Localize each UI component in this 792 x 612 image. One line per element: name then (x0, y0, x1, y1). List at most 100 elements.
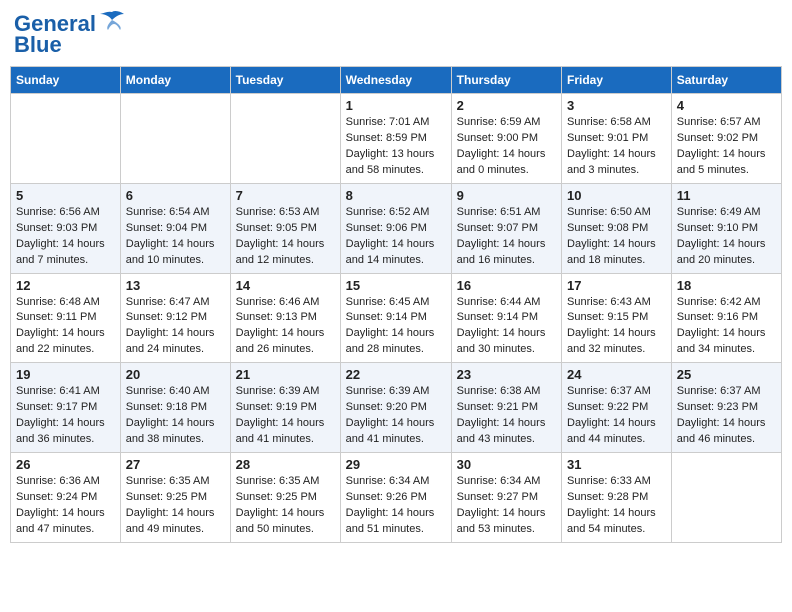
day-number: 24 (567, 367, 666, 382)
weekday-header-saturday: Saturday (671, 67, 781, 94)
day-number: 3 (567, 98, 666, 113)
day-info: Sunrise: 6:58 AM Sunset: 9:01 PM Dayligh… (567, 115, 666, 179)
day-number: 26 (16, 457, 115, 472)
calendar-week-row: 1Sunrise: 7:01 AM Sunset: 8:59 PM Daylig… (11, 94, 782, 184)
weekday-header-monday: Monday (120, 67, 230, 94)
logo-blue: Blue (14, 32, 62, 58)
weekday-header-wednesday: Wednesday (340, 67, 451, 94)
day-number: 29 (346, 457, 446, 472)
calendar-cell: 27Sunrise: 6:35 AM Sunset: 9:25 PM Dayli… (120, 453, 230, 543)
calendar-cell: 21 Sunrise: 6:39 AM Sunset: 9:19 PM Dayli… (230, 363, 340, 453)
calendar-week-row: 26Sunrise: 6:36 AM Sunset: 9:24 PM Dayli… (11, 453, 782, 543)
day-number: 28 (236, 457, 335, 472)
calendar-cell: 3 Sunrise: 6:58 AM Sunset: 9:01 PM Daylig… (562, 94, 672, 184)
calendar-header-row: SundayMondayTuesdayWednesdayThursdayFrid… (11, 67, 782, 94)
calendar-cell: 26Sunrise: 6:36 AM Sunset: 9:24 PM Dayli… (11, 453, 121, 543)
day-number: 27 (126, 457, 225, 472)
day-info: Sunrise: 6:43 AM Sunset: 9:15 PM Dayligh… (567, 295, 666, 359)
calendar-cell: 10Sunrise: 6:50 AM Sunset: 9:08 PM Dayli… (562, 183, 672, 273)
calendar-cell: 19 Sunrise: 6:41 AM Sunset: 9:17 PM Dayli… (11, 363, 121, 453)
calendar-cell: 15 Sunrise: 6:45 AM Sunset: 9:14 PM Dayli… (340, 273, 451, 363)
calendar-cell: 16 Sunrise: 6:44 AM Sunset: 9:14 PM Dayli… (451, 273, 561, 363)
calendar-cell (11, 94, 121, 184)
day-info: Sunrise: 6:41 AM Sunset: 9:17 PM Dayligh… (16, 384, 115, 448)
day-number: 17 (567, 278, 666, 293)
calendar-table: SundayMondayTuesdayWednesdayThursdayFrid… (10, 66, 782, 543)
calendar-cell: 28Sunrise: 6:35 AM Sunset: 9:25 PM Dayli… (230, 453, 340, 543)
day-number: 6 (126, 188, 225, 203)
day-number: 14 (236, 278, 335, 293)
day-number: 2 (457, 98, 556, 113)
day-info: Sunrise: 6:34 AM Sunset: 9:27 PM Dayligh… (457, 474, 556, 538)
day-info: Sunrise: 6:39 AM Sunset: 9:20 PM Dayligh… (346, 384, 446, 448)
day-number: 16 (457, 278, 556, 293)
day-info: Sunrise: 6:51 AM Sunset: 9:07 PM Dayligh… (457, 205, 556, 269)
calendar-cell: 23 Sunrise: 6:38 AM Sunset: 9:21 PM Dayli… (451, 363, 561, 453)
calendar-week-row: 5 Sunrise: 6:56 AM Sunset: 9:03 PM Daylig… (11, 183, 782, 273)
calendar-cell: 1Sunrise: 7:01 AM Sunset: 8:59 PM Daylig… (340, 94, 451, 184)
day-info: Sunrise: 6:34 AM Sunset: 9:26 PM Dayligh… (346, 474, 446, 538)
calendar-cell: 24 Sunrise: 6:37 AM Sunset: 9:22 PM Dayli… (562, 363, 672, 453)
day-number: 30 (457, 457, 556, 472)
calendar-cell (120, 94, 230, 184)
day-info: Sunrise: 6:33 AM Sunset: 9:28 PM Dayligh… (567, 474, 666, 538)
day-number: 31 (567, 457, 666, 472)
calendar-cell: 22 Sunrise: 6:39 AM Sunset: 9:20 PM Dayli… (340, 363, 451, 453)
day-info: Sunrise: 6:49 AM Sunset: 9:10 PM Dayligh… (677, 205, 776, 269)
day-number: 5 (16, 188, 115, 203)
calendar-cell: 20 Sunrise: 6:40 AM Sunset: 9:18 PM Dayli… (120, 363, 230, 453)
day-number: 19 (16, 367, 115, 382)
page-header: General Blue (10, 10, 782, 58)
day-number: 9 (457, 188, 556, 203)
day-info: Sunrise: 6:50 AM Sunset: 9:08 PM Dayligh… (567, 205, 666, 269)
calendar-cell: 25Sunrise: 6:37 AM Sunset: 9:23 PM Dayli… (671, 363, 781, 453)
day-info: Sunrise: 6:57 AM Sunset: 9:02 PM Dayligh… (677, 115, 776, 179)
calendar-cell: 18 Sunrise: 6:42 AM Sunset: 9:16 PM Dayli… (671, 273, 781, 363)
calendar-cell: 14Sunrise: 6:46 AM Sunset: 9:13 PM Dayli… (230, 273, 340, 363)
calendar-cell: 30 Sunrise: 6:34 AM Sunset: 9:27 PM Dayli… (451, 453, 561, 543)
day-number: 22 (346, 367, 446, 382)
calendar-cell: 11Sunrise: 6:49 AM Sunset: 9:10 PM Dayli… (671, 183, 781, 273)
weekday-header-sunday: Sunday (11, 67, 121, 94)
calendar-cell: 29 Sunrise: 6:34 AM Sunset: 9:26 PM Dayli… (340, 453, 451, 543)
day-number: 23 (457, 367, 556, 382)
day-info: Sunrise: 6:45 AM Sunset: 9:14 PM Dayligh… (346, 295, 446, 359)
calendar-week-row: 19 Sunrise: 6:41 AM Sunset: 9:17 PM Dayli… (11, 363, 782, 453)
calendar-cell: 6 Sunrise: 6:54 AM Sunset: 9:04 PM Daylig… (120, 183, 230, 273)
calendar-cell: 4Sunrise: 6:57 AM Sunset: 9:02 PM Daylig… (671, 94, 781, 184)
day-number: 15 (346, 278, 446, 293)
weekday-header-thursday: Thursday (451, 67, 561, 94)
day-number: 21 (236, 367, 335, 382)
day-info: Sunrise: 6:39 AM Sunset: 9:19 PM Dayligh… (236, 384, 335, 448)
day-info: Sunrise: 6:40 AM Sunset: 9:18 PM Dayligh… (126, 384, 225, 448)
calendar-cell: 12 Sunrise: 6:48 AM Sunset: 9:11 PM Dayli… (11, 273, 121, 363)
day-info: Sunrise: 6:42 AM Sunset: 9:16 PM Dayligh… (677, 295, 776, 359)
calendar-cell: 31 Sunrise: 6:33 AM Sunset: 9:28 PM Dayli… (562, 453, 672, 543)
calendar-cell (230, 94, 340, 184)
day-number: 7 (236, 188, 335, 203)
calendar-cell: 7 Sunrise: 6:53 AM Sunset: 9:05 PM Daylig… (230, 183, 340, 273)
day-info: Sunrise: 6:47 AM Sunset: 9:12 PM Dayligh… (126, 295, 225, 359)
day-info: Sunrise: 6:56 AM Sunset: 9:03 PM Dayligh… (16, 205, 115, 269)
day-info: Sunrise: 6:37 AM Sunset: 9:22 PM Dayligh… (567, 384, 666, 448)
logo-bird-icon (98, 10, 126, 38)
day-number: 13 (126, 278, 225, 293)
day-number: 20 (126, 367, 225, 382)
day-number: 8 (346, 188, 446, 203)
day-info: Sunrise: 6:54 AM Sunset: 9:04 PM Dayligh… (126, 205, 225, 269)
day-info: Sunrise: 7:01 AM Sunset: 8:59 PM Dayligh… (346, 115, 446, 179)
day-info: Sunrise: 6:38 AM Sunset: 9:21 PM Dayligh… (457, 384, 556, 448)
calendar-cell (671, 453, 781, 543)
calendar-week-row: 12 Sunrise: 6:48 AM Sunset: 9:11 PM Dayli… (11, 273, 782, 363)
day-number: 18 (677, 278, 776, 293)
calendar-cell: 17 Sunrise: 6:43 AM Sunset: 9:15 PM Dayli… (562, 273, 672, 363)
calendar-cell: 8Sunrise: 6:52 AM Sunset: 9:06 PM Daylig… (340, 183, 451, 273)
day-info: Sunrise: 6:37 AM Sunset: 9:23 PM Dayligh… (677, 384, 776, 448)
day-info: Sunrise: 6:53 AM Sunset: 9:05 PM Dayligh… (236, 205, 335, 269)
calendar-cell: 2Sunrise: 6:59 AM Sunset: 9:00 PM Daylig… (451, 94, 561, 184)
logo: General Blue (14, 10, 126, 58)
day-number: 12 (16, 278, 115, 293)
day-info: Sunrise: 6:48 AM Sunset: 9:11 PM Dayligh… (16, 295, 115, 359)
day-info: Sunrise: 6:44 AM Sunset: 9:14 PM Dayligh… (457, 295, 556, 359)
calendar-body: 1Sunrise: 7:01 AM Sunset: 8:59 PM Daylig… (11, 94, 782, 543)
